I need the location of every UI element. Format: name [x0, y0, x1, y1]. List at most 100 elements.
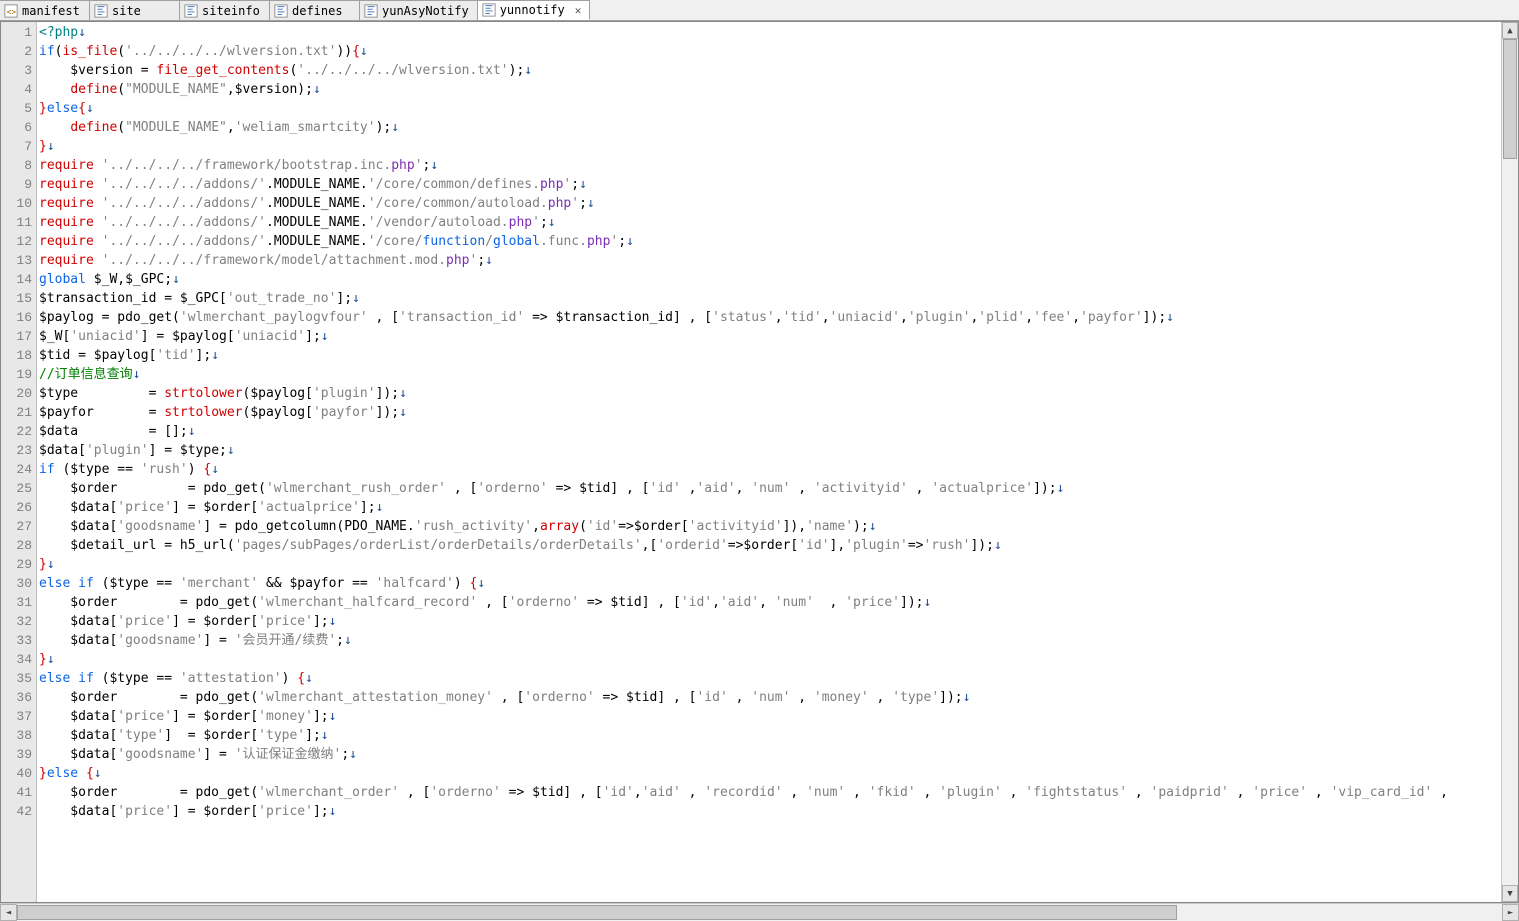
code-line[interactable]: }↓: [39, 650, 1499, 669]
code-line[interactable]: require '../../../../addons/'.MODULE_NAM…: [39, 175, 1499, 194]
line-number: 31: [1, 593, 36, 612]
code-line[interactable]: require '../../../../addons/'.MODULE_NAM…: [39, 232, 1499, 251]
code-line[interactable]: if ($type == 'rush') {↓: [39, 460, 1499, 479]
code-line[interactable]: $data['price'] = $order['price'];↓: [39, 802, 1499, 821]
hscroll-thumb[interactable]: [17, 905, 1177, 920]
line-number: 30: [1, 574, 36, 593]
code-line[interactable]: $order = pdo_get('wlmerchant_halfcard_re…: [39, 593, 1499, 612]
code-line[interactable]: $transaction_id = $_GPC['out_trade_no'];…: [39, 289, 1499, 308]
scroll-down-button[interactable]: ▼: [1502, 885, 1518, 902]
code-line[interactable]: else if ($type == 'merchant' && $payfor …: [39, 574, 1499, 593]
line-number: 26: [1, 498, 36, 517]
code-line[interactable]: if(is_file('../../../../wlversion.txt'))…: [39, 42, 1499, 61]
code-line[interactable]: $version = file_get_contents('../../../.…: [39, 61, 1499, 80]
scroll-right-button[interactable]: ►: [1502, 904, 1519, 921]
tab-site[interactable]: site: [90, 0, 180, 20]
code-line[interactable]: $data['price'] = $order['money'];↓: [39, 707, 1499, 726]
line-number: 42: [1, 802, 36, 821]
code-line[interactable]: }else {↓: [39, 764, 1499, 783]
code-line[interactable]: require '../../../../addons/'.MODULE_NAM…: [39, 213, 1499, 232]
code-line[interactable]: $order = pdo_get('wlmerchant_order' , ['…: [39, 783, 1499, 802]
code-line[interactable]: $order = pdo_get('wlmerchant_attestation…: [39, 688, 1499, 707]
code-line[interactable]: }↓: [39, 555, 1499, 574]
scroll-up-button[interactable]: ▲: [1502, 22, 1518, 39]
tab-yunnotify[interactable]: yunnotify ✕: [478, 0, 591, 20]
scroll-left-button[interactable]: ◄: [0, 904, 17, 921]
code-line[interactable]: $data['type'] = $order['type'];↓: [39, 726, 1499, 745]
code-line[interactable]: $paylog = pdo_get('wlmerchant_paylogvfou…: [39, 308, 1499, 327]
horizontal-scrollbar[interactable]: ◄ ►: [0, 903, 1519, 921]
vscroll-thumb[interactable]: [1503, 39, 1517, 159]
code-line[interactable]: $data['price'] = $order['actualprice'];↓: [39, 498, 1499, 517]
code-line[interactable]: $detail_url = h5_url('pages/subPages/ord…: [39, 536, 1499, 555]
line-number: 20: [1, 384, 36, 403]
line-number: 33: [1, 631, 36, 650]
editor: 1234567891011121314151617181920212223242…: [0, 21, 1519, 903]
line-number: 17: [1, 327, 36, 346]
code-line[interactable]: define("MODULE_NAME",$version);↓: [39, 80, 1499, 99]
tab-label: defines: [292, 4, 343, 18]
code-line[interactable]: }else{↓: [39, 99, 1499, 118]
line-number: 15: [1, 289, 36, 308]
line-number: 7: [1, 137, 36, 156]
line-number: 23: [1, 441, 36, 460]
tab-manifest[interactable]: <>manifest: [0, 0, 90, 20]
tab-label: yunnotify: [500, 3, 565, 17]
line-number: 13: [1, 251, 36, 270]
code-line[interactable]: $data['plugin'] = $type;↓: [39, 441, 1499, 460]
line-number: 11: [1, 213, 36, 232]
hscroll-track[interactable]: [17, 904, 1502, 921]
svg-text:<>: <>: [7, 7, 17, 16]
code-line[interactable]: require '../../../../framework/bootstrap…: [39, 156, 1499, 175]
line-number: 37: [1, 707, 36, 726]
vscroll-track[interactable]: [1502, 39, 1518, 885]
line-number: 34: [1, 650, 36, 669]
line-number: 1: [1, 23, 36, 42]
line-number: 18: [1, 346, 36, 365]
line-number: 40: [1, 764, 36, 783]
code-line[interactable]: $data = [];↓: [39, 422, 1499, 441]
code-line[interactable]: $tid = $paylog['tid'];↓: [39, 346, 1499, 365]
line-number: 27: [1, 517, 36, 536]
code-line[interactable]: define("MODULE_NAME",'weliam_smartcity')…: [39, 118, 1499, 137]
line-number: 32: [1, 612, 36, 631]
line-number: 22: [1, 422, 36, 441]
line-number: 14: [1, 270, 36, 289]
line-number: 28: [1, 536, 36, 555]
line-number: 10: [1, 194, 36, 213]
line-number: 21: [1, 403, 36, 422]
tab-bar: <>manifest site siteinfo defines yunAsyNotif…: [0, 0, 1519, 21]
code-line[interactable]: require '../../../../addons/'.MODULE_NAM…: [39, 194, 1499, 213]
vertical-scrollbar[interactable]: ▲ ▼: [1501, 22, 1518, 902]
code-line[interactable]: <?php↓: [39, 23, 1499, 42]
line-number: 9: [1, 175, 36, 194]
line-gutter: 1234567891011121314151617181920212223242…: [1, 22, 37, 902]
tab-defines[interactable]: defines: [270, 0, 360, 20]
close-icon[interactable]: ✕: [575, 4, 582, 17]
tab-label: yunAsyNotify: [382, 4, 469, 18]
code-line[interactable]: //订单信息查询↓: [39, 365, 1499, 384]
line-number: 38: [1, 726, 36, 745]
line-number: 6: [1, 118, 36, 137]
code-line[interactable]: $type = strtolower($paylog['plugin']);↓: [39, 384, 1499, 403]
tab-label: siteinfo: [202, 4, 260, 18]
code-line[interactable]: $data['goodsname'] = '会员开通/续费';↓: [39, 631, 1499, 650]
code-line[interactable]: else if ($type == 'attestation') {↓: [39, 669, 1499, 688]
code-line[interactable]: require '../../../../framework/model/att…: [39, 251, 1499, 270]
line-number: 12: [1, 232, 36, 251]
code-line[interactable]: $data['goodsname'] = pdo_getcolumn(PDO_N…: [39, 517, 1499, 536]
code-line[interactable]: $order = pdo_get('wlmerchant_rush_order'…: [39, 479, 1499, 498]
line-number: 36: [1, 688, 36, 707]
code-line[interactable]: $data['goodsname'] = '认证保证金缴纳';↓: [39, 745, 1499, 764]
line-number: 19: [1, 365, 36, 384]
tab-siteinfo[interactable]: siteinfo: [180, 0, 270, 20]
code-area[interactable]: <?php↓if(is_file('../../../../wlversion.…: [37, 22, 1501, 902]
code-line[interactable]: $data['price'] = $order['price'];↓: [39, 612, 1499, 631]
code-line[interactable]: $_W['uniacid'] = $paylog['uniacid'];↓: [39, 327, 1499, 346]
code-line[interactable]: $payfor = strtolower($paylog['payfor']);…: [39, 403, 1499, 422]
line-number: 5: [1, 99, 36, 118]
code-line[interactable]: global $_W,$_GPC;↓: [39, 270, 1499, 289]
tab-label: site: [112, 4, 141, 18]
code-line[interactable]: }↓: [39, 137, 1499, 156]
tab-yunAsyNotify[interactable]: yunAsyNotify: [360, 0, 478, 20]
